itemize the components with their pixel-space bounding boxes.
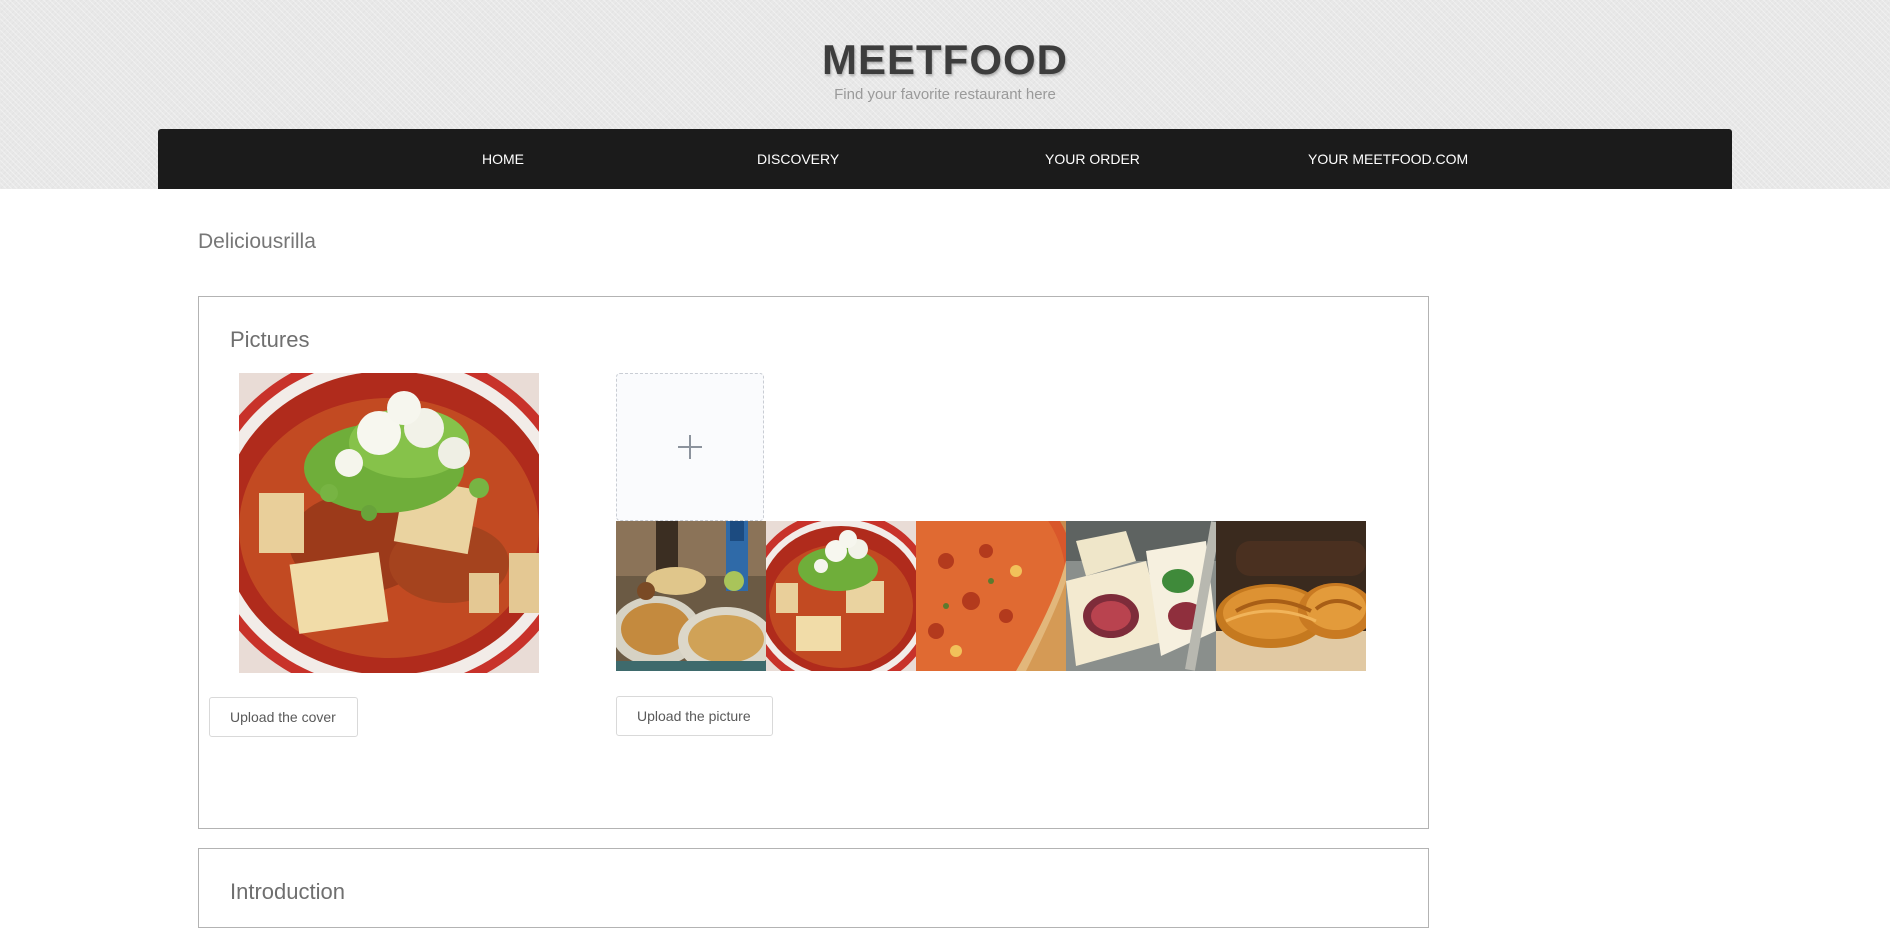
introduction-heading: Introduction: [230, 879, 345, 904]
gallery-thumbnail[interactable]: [1216, 521, 1366, 671]
cover-image: [239, 373, 539, 673]
gallery-thumbnail[interactable]: [766, 521, 916, 671]
nav-your-order-link[interactable]: YOUR ORDER: [1045, 129, 1140, 189]
restaurant-name: Deliciousrilla: [198, 230, 316, 253]
pictures-heading: Pictures: [230, 327, 310, 352]
nav-your-meetfood-link[interactable]: YOUR MEETFOOD.COM: [1308, 129, 1468, 189]
main-nav: HOME DISCOVERY YOUR ORDER YOUR MEETFOOD.…: [158, 129, 1732, 189]
gallery-thumbnail[interactable]: [616, 521, 766, 671]
plus-icon: [678, 435, 702, 459]
introduction-panel: Introduction: [198, 848, 1429, 928]
upload-picture-button[interactable]: Upload the picture: [616, 696, 773, 736]
nav-home-link[interactable]: HOME: [482, 129, 524, 189]
site-tagline: Find your favorite restaurant here: [834, 86, 1056, 103]
gallery-thumbnail[interactable]: [1066, 521, 1216, 671]
gallery-thumbnail[interactable]: [916, 521, 1066, 671]
pictures-panel: Pictures Upload the cover Upload the pic…: [198, 296, 1429, 829]
site-logo[interactable]: MEETFOOD: [0, 36, 1890, 84]
nav-discovery-link[interactable]: DISCOVERY: [757, 129, 839, 189]
upload-cover-button[interactable]: Upload the cover: [209, 697, 358, 737]
upload-picture-dropzone[interactable]: [616, 373, 764, 521]
